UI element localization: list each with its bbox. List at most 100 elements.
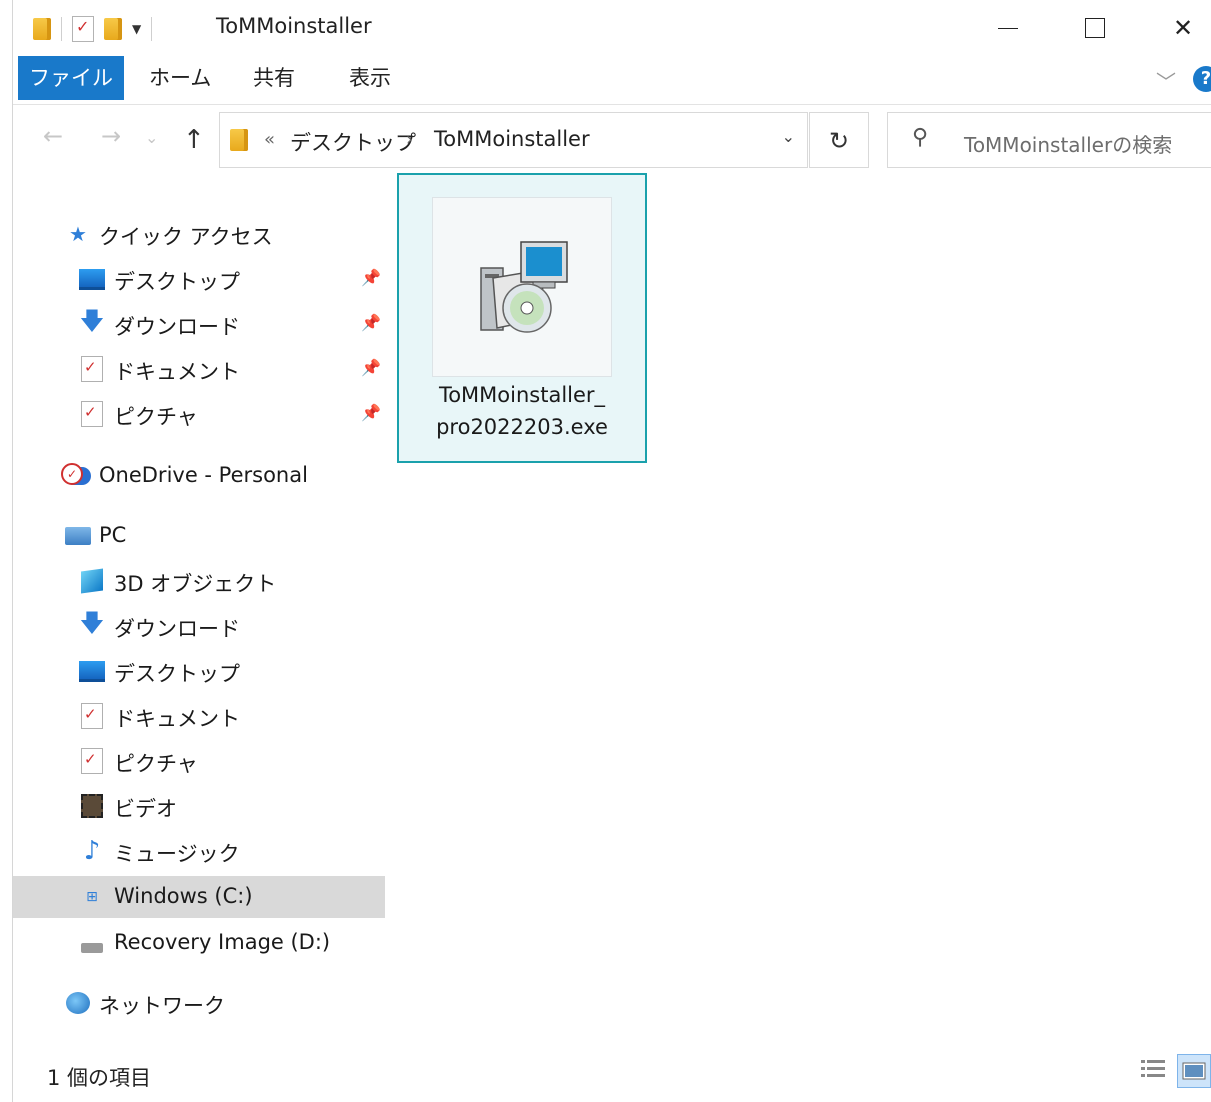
forward-icon[interactable]: → <box>101 122 121 150</box>
sidebar-item-desktop[interactable]: デスクトップ <box>13 650 385 692</box>
sidebar-item-desktop[interactable]: デスクトップ 📌 <box>13 258 385 300</box>
recent-locations-icon[interactable]: ⌄ <box>145 128 158 147</box>
chevron-down-icon[interactable]: ⌄ <box>782 127 795 146</box>
sidebar-item-label: ドキュメント <box>114 360 240 384</box>
search-box[interactable]: ⚲ ToMMoinstallerの検索 <box>887 112 1211 168</box>
pictures-icon <box>79 401 105 427</box>
divider <box>61 17 62 41</box>
sidebar-item-downloads[interactable]: 🡇 ダウンロード 📌 <box>13 303 385 345</box>
back-icon[interactable]: ← <box>43 122 63 150</box>
sidebar-item-windows-drive[interactable]: ⊞ Windows (C:) <box>13 876 385 918</box>
documents-icon <box>79 703 105 729</box>
customize-toolbar-icon[interactable]: ▼ <box>132 22 141 36</box>
sidebar-item-network[interactable]: ネットワーク <box>13 982 385 1024</box>
sidebar-item-quick-access[interactable]: ★ クイック アクセス <box>13 213 385 255</box>
file-item[interactable]: ToMMoinstaller_ pro2022203.exe <box>397 173 647 463</box>
large-icons-view-button[interactable] <box>1177 1054 1211 1088</box>
pin-icon[interactable]: 📌 <box>361 358 381 377</box>
installer-icon <box>432 197 612 377</box>
minimize-button[interactable] <box>983 10 1033 46</box>
windows-drive-icon: ⊞ <box>86 889 98 905</box>
navigation-pane: ★ クイック アクセス デスクトップ 📌 🡇 ダウンロード 📌 ドキュメント 📌… <box>13 200 387 1040</box>
maximize-button[interactable] <box>1070 10 1120 46</box>
sidebar-item-pictures[interactable]: ピクチャ 📌 <box>13 393 385 435</box>
sidebar-item-label: ピクチャ <box>114 752 198 776</box>
details-view-button[interactable] <box>1137 1054 1171 1088</box>
sidebar-item-label: ネットワーク <box>99 994 225 1018</box>
properties-icon[interactable] <box>72 16 94 42</box>
pin-icon[interactable]: 📌 <box>361 403 381 422</box>
desktop-icon <box>79 659 105 683</box>
refresh-icon: ↻ <box>828 127 850 155</box>
documents-icon <box>79 356 105 382</box>
onedrive-icon <box>61 463 91 488</box>
file-name-line: pro2022203.exe <box>436 415 608 439</box>
sidebar-item-music[interactable]: ♪ ミュージック <box>13 830 385 872</box>
divider <box>151 17 153 41</box>
sidebar-item-documents[interactable]: ドキュメント 📌 <box>13 348 385 390</box>
sidebar-item-pictures[interactable]: ピクチャ <box>13 740 385 782</box>
tab-home[interactable]: ホーム <box>149 56 211 100</box>
pin-icon[interactable]: 📌 <box>361 268 381 287</box>
title-bar: ▼ ToMMoinstaller ✕ <box>13 0 1211 56</box>
sidebar-item-onedrive[interactable]: OneDrive - Personal <box>13 455 385 497</box>
folder-icon <box>33 18 51 40</box>
sidebar-item-videos[interactable]: ビデオ <box>13 785 385 827</box>
sidebar-item-downloads[interactable]: 🡇 ダウンロード <box>13 605 385 647</box>
sidebar-item-3d-objects[interactable]: 3D オブジェクト <box>13 560 385 602</box>
breadcrumb-separator[interactable]: › <box>406 129 413 150</box>
tab-view[interactable]: 表示 <box>349 56 391 100</box>
star-icon: ★ <box>69 222 87 246</box>
large-icons-view-icon <box>1182 1062 1206 1080</box>
window-title: ToMMoinstaller <box>216 14 372 38</box>
sidebar-item-label: PC <box>99 523 127 547</box>
navigation-bar: ← → ⌄ ↑ « デスクトップ › ToMMoinstaller ⌄ ↻ ⚲ … <box>13 112 1211 172</box>
breadcrumb-current[interactable]: ToMMoinstaller <box>434 127 590 151</box>
ribbon: ファイル ホーム 共有 表示 ﹀ ? <box>13 56 1211 105</box>
sidebar-item-label: デスクトップ <box>114 662 240 686</box>
help-button[interactable]: ? <box>1193 66 1211 92</box>
breadcrumb-overflow[interactable]: « <box>264 129 275 150</box>
sidebar-item-label: Recovery Image (D:) <box>114 930 331 954</box>
sidebar-item-pc[interactable]: PC <box>13 515 385 557</box>
sidebar-item-label: Windows (C:) <box>114 884 253 908</box>
pictures-icon <box>79 748 105 774</box>
sidebar-item-label: ミュージック <box>114 842 240 866</box>
details-view-icon <box>1141 1060 1165 1077</box>
sidebar-item-documents[interactable]: ドキュメント <box>13 695 385 737</box>
sidebar-item-label: クイック アクセス <box>99 225 273 249</box>
sidebar-item-label: デスクトップ <box>114 270 240 294</box>
music-icon: ♪ <box>83 836 101 866</box>
pc-icon <box>65 524 91 548</box>
search-icon: ⚲ <box>912 125 929 150</box>
sidebar-item-label: ビデオ <box>114 797 177 821</box>
address-bar[interactable]: « デスクトップ › ToMMoinstaller ⌄ <box>219 112 808 168</box>
quick-access-toolbar: ▼ <box>33 14 153 44</box>
expand-ribbon-icon[interactable]: ﹀ <box>1156 66 1176 95</box>
pin-icon[interactable]: 📌 <box>361 313 381 332</box>
close-button[interactable]: ✕ <box>1158 10 1208 46</box>
breadcrumb-desktop[interactable]: デスクトップ <box>290 127 416 157</box>
close-icon: ✕ <box>1172 14 1194 42</box>
file-explorer-window: ▼ ToMMoinstaller ✕ ファイル ホーム 共有 表示 ﹀ ? ← … <box>12 0 1211 1102</box>
drive-icon <box>79 931 105 955</box>
tab-file[interactable]: ファイル <box>18 56 124 100</box>
refresh-button[interactable]: ↻ <box>809 112 869 168</box>
tab-share[interactable]: 共有 <box>253 56 295 100</box>
file-name: ToMMoinstaller_ pro2022203.exe <box>399 379 645 443</box>
sidebar-item-recovery-drive[interactable]: Recovery Image (D:) <box>13 922 385 964</box>
maximize-icon <box>1085 18 1105 38</box>
videos-icon <box>79 794 105 818</box>
up-icon[interactable]: ↑ <box>183 125 205 155</box>
minimize-icon <box>998 27 1018 29</box>
sidebar-item-label: ダウンロード <box>114 315 240 339</box>
folder-icon <box>230 129 248 151</box>
network-icon <box>65 991 91 1015</box>
search-placeholder: ToMMoinstallerの検索 <box>964 133 1173 157</box>
sidebar-item-label: ダウンロード <box>114 617 240 641</box>
file-name-line: ToMMoinstaller_ <box>438 383 606 407</box>
sidebar-item-label: OneDrive - Personal <box>99 463 308 487</box>
sidebar-item-label: 3D オブジェクト <box>114 572 277 596</box>
new-folder-icon[interactable] <box>104 18 122 40</box>
sidebar-item-label: ピクチャ <box>114 405 198 429</box>
